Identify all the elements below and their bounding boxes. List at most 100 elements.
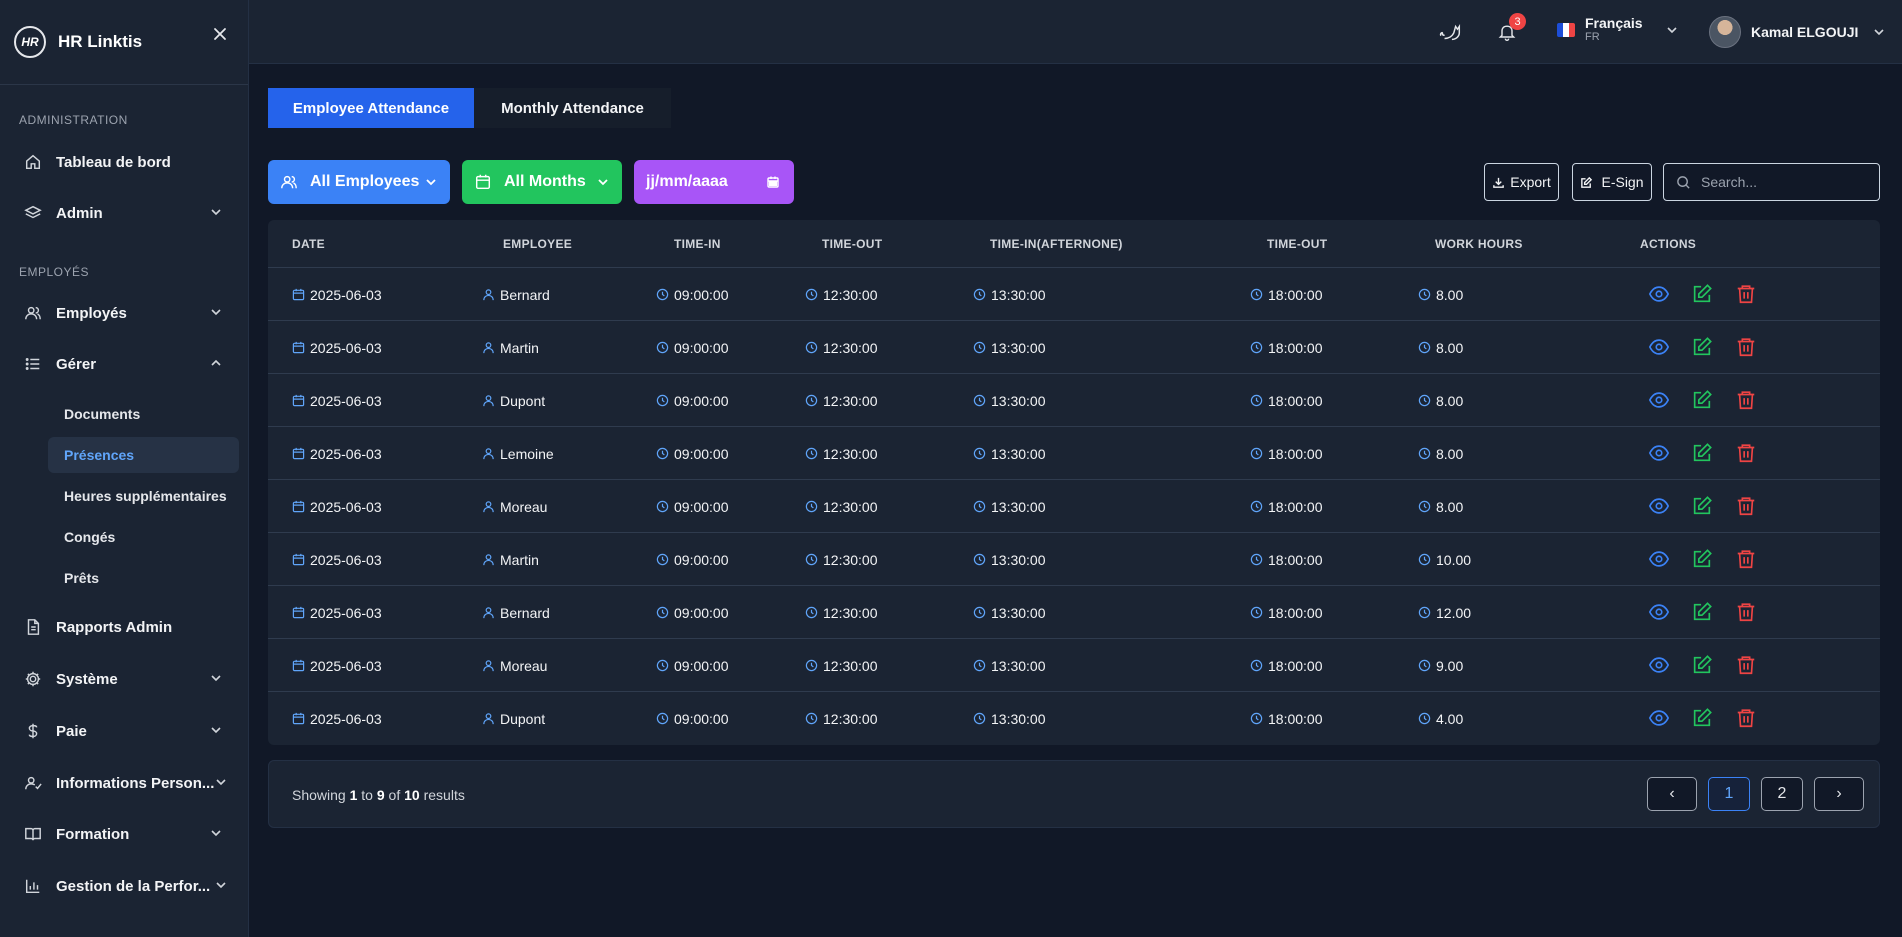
results-from: 1 [349, 787, 358, 803]
cell-work-hours-text: 8.00 [1436, 392, 1464, 409]
edit-icon[interactable] [1691, 336, 1713, 358]
sidebar-subitem-presences[interactable]: Présences [48, 437, 239, 473]
cell-employee: Martin [482, 533, 539, 586]
sidebar-item-label: Rapports Admin [56, 618, 173, 636]
tab-employee-attendance[interactable]: Employee Attendance [268, 88, 474, 128]
sidebar-subitem-prets[interactable]: Prêts [48, 560, 239, 596]
sidebar-item-paie[interactable]: Paie [0, 711, 249, 751]
view-icon[interactable] [1648, 548, 1670, 570]
cell-work-hours-text: 8.00 [1436, 498, 1464, 515]
close-icon[interactable] [210, 24, 230, 44]
sidebar-item-gerer[interactable]: Gérer [0, 344, 249, 384]
view-icon[interactable] [1648, 495, 1670, 517]
clock-icon [973, 394, 986, 407]
sidebar-subitem-conges[interactable]: Congés [48, 519, 239, 555]
pagination: Showing 1 to 9 of 10 results ‹ 1 2 › [268, 760, 1880, 828]
clock-icon [1418, 288, 1431, 301]
clock-icon [1250, 394, 1263, 407]
cell-employee: Martin [482, 321, 539, 374]
edit-icon[interactable] [1691, 442, 1713, 464]
view-icon[interactable] [1648, 654, 1670, 676]
delete-icon[interactable] [1735, 707, 1757, 729]
table-row: 2025-06-03 Martin 09:00:00 12:30:00 13:30:00… [268, 533, 1880, 586]
delete-icon[interactable] [1735, 283, 1757, 305]
prev-page-button[interactable]: ‹ [1647, 777, 1697, 811]
months-filter-dropdown[interactable]: All Months [462, 160, 622, 204]
cell-time-out: 12:30:00 [805, 321, 878, 374]
tab-monthly-attendance[interactable]: Monthly Attendance [474, 88, 671, 128]
view-icon[interactable] [1648, 336, 1670, 358]
column-header-actions: ACTIONS [1640, 236, 1697, 251]
calendar-icon [292, 712, 305, 725]
sidebar-item-informations-personnelles[interactable]: Informations Person... [0, 763, 249, 803]
view-icon[interactable] [1648, 283, 1670, 305]
chevron-down-icon [214, 775, 228, 789]
calendar-icon [292, 500, 305, 513]
sidebar-item-label: Gérer [56, 355, 97, 373]
view-icon[interactable] [1648, 389, 1670, 411]
cell-employee-text: Bernard [500, 286, 550, 303]
delete-icon[interactable] [1735, 389, 1757, 411]
notification-badge: 3 [1509, 13, 1526, 30]
cell-time-out-text: 12:30:00 [823, 286, 878, 303]
cell-time-in: 09:00:00 [656, 533, 729, 586]
sidebar-subitem-documents[interactable]: Documents [48, 396, 239, 432]
page-button-1[interactable]: 1 [1708, 777, 1750, 811]
calendar-icon[interactable] [766, 175, 780, 189]
sidebar-item-employes[interactable]: Employés [0, 293, 249, 333]
delete-icon[interactable] [1735, 495, 1757, 517]
sidebar-item-tableau-de-bord[interactable]: Tableau de bord [0, 142, 249, 182]
cell-time-in-afternoon-text: 13:30:00 [991, 604, 1046, 621]
sidebar-item-label: Paie [56, 722, 87, 740]
cat-icon[interactable] [1438, 19, 1464, 45]
edit-icon[interactable] [1691, 548, 1713, 570]
search-input[interactable] [1701, 174, 1861, 190]
edit-icon[interactable] [1691, 389, 1713, 411]
table-row: 2025-06-03 Lemoine 09:00:00 12:30:00 13:30:0… [268, 427, 1880, 480]
clock-icon [1418, 341, 1431, 354]
calendar-icon [292, 288, 305, 301]
view-icon[interactable] [1648, 442, 1670, 464]
search-box[interactable] [1663, 163, 1880, 201]
edit-icon[interactable] [1691, 654, 1713, 676]
cell-employee: Bernard [482, 586, 550, 639]
cell-date-text: 2025-06-03 [310, 657, 382, 674]
search-icon [1677, 175, 1690, 189]
edit-icon[interactable] [1691, 283, 1713, 305]
view-icon[interactable] [1648, 707, 1670, 729]
edit-icon[interactable] [1691, 707, 1713, 729]
delete-icon[interactable] [1735, 336, 1757, 358]
user-menu[interactable]: Kamal ELGOUJI [1709, 16, 1886, 48]
date-input[interactable]: jj/mm/aaaa [634, 160, 794, 204]
sidebar-item-formation[interactable]: Formation [0, 814, 249, 854]
sidebar-item-rapports-admin[interactable]: Rapports Admin [0, 607, 249, 647]
employees-filter-dropdown[interactable]: All Employees [268, 160, 450, 204]
delete-icon[interactable] [1735, 442, 1757, 464]
sidebar-item-gestion-performance[interactable]: Gestion de la Perfor... [0, 866, 249, 906]
cell-time-in-afternoon: 13:30:00 [973, 692, 1046, 745]
clock-icon [805, 394, 818, 407]
sidebar-item-systeme[interactable]: Système [0, 659, 249, 699]
language-selector[interactable]: Français FR [1557, 16, 1679, 44]
chevron-down-icon [1665, 23, 1679, 37]
next-page-button[interactable]: › [1814, 777, 1864, 811]
delete-icon[interactable] [1735, 548, 1757, 570]
brand-logo: HR [14, 26, 46, 58]
esign-button[interactable]: E-Sign [1572, 163, 1652, 201]
view-icon[interactable] [1648, 601, 1670, 623]
bell-icon[interactable]: 3 [1494, 13, 1526, 45]
edit-icon[interactable] [1691, 601, 1713, 623]
export-button[interactable]: Export [1484, 163, 1559, 201]
user-icon [482, 447, 495, 460]
delete-icon[interactable] [1735, 654, 1757, 676]
page-button-2[interactable]: 2 [1761, 777, 1803, 811]
clock-icon [1418, 606, 1431, 619]
results-word: results [423, 787, 465, 803]
sidebar-subitem-heures-supplementaires[interactable]: Heures supplémentaires [48, 478, 239, 514]
cell-time-out: 12:30:00 [805, 427, 878, 480]
results-to-word: to [361, 787, 373, 803]
clock-icon [805, 341, 818, 354]
sidebar-item-admin[interactable]: Admin [0, 193, 249, 233]
delete-icon[interactable] [1735, 601, 1757, 623]
edit-icon[interactable] [1691, 495, 1713, 517]
